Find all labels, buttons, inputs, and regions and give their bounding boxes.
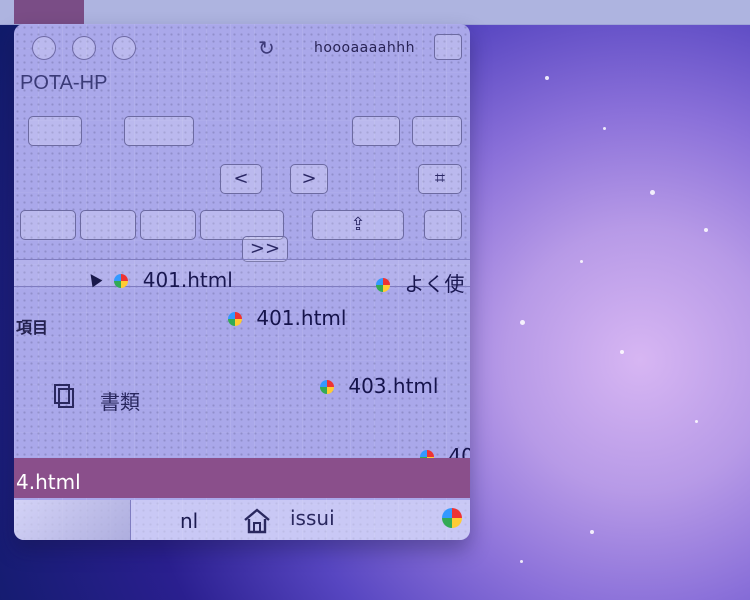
selected-row[interactable] (14, 458, 470, 498)
browser-icon (114, 274, 129, 288)
issui-label: issui (290, 506, 335, 530)
site-name: POTA-HP (20, 72, 108, 94)
back-button[interactable]: < (220, 164, 262, 194)
path-item-1-label: 401.html (142, 268, 233, 292)
action-button[interactable] (424, 210, 462, 240)
path-items: 401.html よく使 (14, 268, 470, 296)
star-speck (520, 560, 523, 563)
path-item-2[interactable]: よく使 (376, 268, 464, 297)
grid-button[interactable]: ⌗ (418, 164, 462, 194)
toolbar-button-a[interactable] (28, 116, 82, 146)
star-speck (620, 350, 624, 354)
window-zoom-button[interactable] (112, 36, 136, 60)
sidebar-toggle-button[interactable] (434, 34, 462, 60)
file-row-1[interactable]: 401.html (14, 306, 470, 334)
toolbar-row-1 (14, 116, 470, 158)
documents-label: 書類 (100, 390, 140, 414)
window-title: hoooaaaahhh (314, 40, 416, 56)
star-speck (704, 228, 708, 232)
file-row-2-item[interactable]: 403.html (320, 374, 438, 398)
forward-button[interactable]: > (290, 164, 328, 194)
window-minimize-button[interactable] (72, 36, 96, 60)
bottom-nl-label: nl (180, 509, 199, 533)
star-speck (603, 127, 606, 130)
toolbar-row-2: < > ⌗ (14, 164, 470, 206)
star-speck (580, 260, 583, 263)
bottom-left-tab[interactable] (14, 500, 131, 540)
finder-window: ↻ hoooaaaahhh POTA-HP < > ⌗ ⇪ >> 401.htm… (14, 24, 470, 540)
toolbar-button-b[interactable] (124, 116, 194, 146)
browser-icon (442, 508, 462, 528)
star-speck (590, 530, 594, 534)
file-row-1-item[interactable]: 401.html (228, 306, 346, 330)
toolbar-icon-2[interactable] (80, 210, 136, 240)
toolbar-button-d[interactable] (412, 116, 462, 146)
share-button[interactable]: ⇪ (312, 210, 404, 240)
issui-item[interactable]: issui (242, 504, 382, 534)
star-speck (650, 190, 655, 195)
toolbar-icon-3[interactable] (140, 210, 196, 240)
star-speck (520, 320, 525, 325)
browser-icon (228, 312, 242, 326)
toolbar-icon-1[interactable] (20, 210, 76, 240)
file-row-1-label: 401.html (256, 306, 347, 330)
home-icon (244, 508, 270, 534)
refresh-icon[interactable]: ↻ (258, 36, 282, 60)
cursor-icon (85, 270, 103, 288)
browser-icon (376, 278, 390, 292)
apple-menu-highlight[interactable] (14, 0, 84, 24)
star-speck (695, 420, 698, 423)
browser-icon (320, 380, 334, 394)
star-speck (545, 76, 549, 80)
bottom-row: nl issui (14, 500, 470, 540)
documents-folder[interactable]: 書類 (50, 382, 210, 416)
file-row-2-label: 403.html (348, 374, 439, 398)
menubar (0, 0, 750, 25)
documents-icon (54, 384, 74, 408)
window-close-button[interactable] (32, 36, 56, 60)
path-item-1[interactable]: 401.html (85, 268, 233, 292)
toolbar-button-c[interactable] (352, 116, 400, 146)
selected-file-label: 4.html (16, 470, 81, 494)
path-item-2-label: よく使 (404, 272, 465, 296)
